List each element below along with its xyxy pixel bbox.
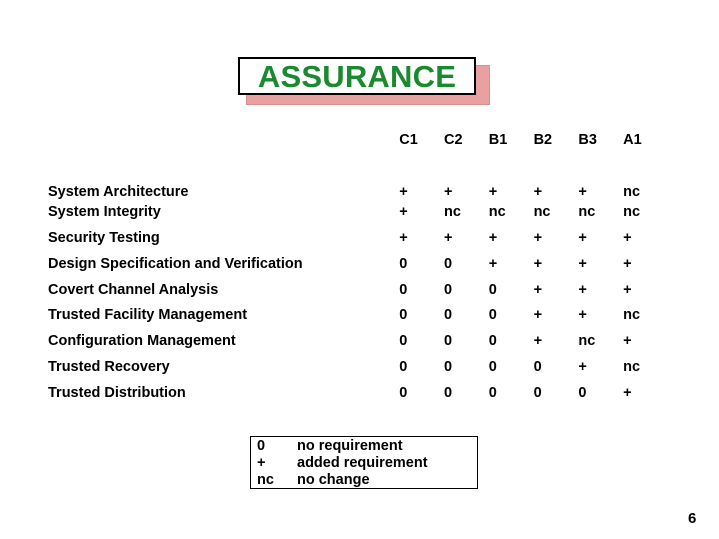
cell-value: + — [399, 184, 408, 200]
column-header-b3: B3 — [578, 132, 597, 148]
cell-value: + — [533, 255, 543, 272]
column-header-a1: A1 — [623, 132, 642, 148]
table-body: System Architecture + + + + + nc System … — [48, 163, 668, 406]
table-row: System Architecture + + + + + nc — [48, 163, 668, 200]
legend-description: added requirement — [297, 455, 428, 472]
cell-value: + — [533, 281, 543, 298]
cell-value: 0 — [399, 255, 408, 272]
legend-table: 0 no requirement + added requirement nc … — [257, 438, 428, 490]
cell-value: 0 — [399, 358, 408, 375]
cell-value: nc — [623, 184, 641, 200]
cell-value: 0 — [444, 384, 453, 401]
table-row: Design Specification and Verification 0 … — [48, 251, 668, 277]
cell-value: 0 — [533, 358, 542, 375]
cell-value: nc — [578, 333, 596, 350]
row-label: Configuration Management — [48, 333, 236, 350]
cell-value: + — [578, 358, 587, 375]
cell-value: 0 — [488, 281, 497, 298]
table-row: Configuration Management 0 0 0 + nc + — [48, 328, 668, 354]
cell-value: + — [578, 255, 587, 272]
legend-item: nc no change — [257, 472, 428, 489]
cell-value: 0 — [533, 384, 542, 401]
cell-value: 0 — [444, 255, 453, 272]
column-header-criteria — [48, 133, 399, 163]
cell-value: 0 — [444, 333, 453, 350]
page-title: ASSURANCE — [257, 58, 457, 94]
legend-item: + added requirement — [257, 455, 428, 472]
cell-value: 0 — [399, 281, 408, 298]
legend-symbol: 0 — [257, 438, 266, 454]
cell-value: + — [488, 184, 498, 200]
cell-value: + — [623, 281, 632, 298]
table-row: System Integrity + nc nc nc nc nc — [48, 200, 668, 226]
cell-value: nc — [533, 204, 551, 221]
row-label: Trusted Distribution — [48, 384, 186, 401]
row-label: Security Testing — [48, 229, 160, 246]
cell-value: nc — [623, 204, 641, 221]
cell-value: 0 — [399, 307, 408, 324]
row-label: Covert Channel Analysis — [48, 281, 219, 298]
row-label: Design Specification and Verification — [48, 255, 303, 272]
table-row: Covert Channel Analysis 0 0 0 + + + — [48, 277, 668, 303]
cell-value: 0 — [578, 384, 587, 401]
legend-symbol: + — [257, 455, 266, 472]
cell-value: 0 — [488, 307, 497, 324]
cell-value: + — [578, 307, 587, 324]
column-header-b1: B1 — [488, 132, 508, 148]
legend-description: no requirement — [297, 438, 403, 454]
cell-value: 0 — [488, 333, 497, 350]
assurance-requirements-table: C1 C2 B1 B2 B3 A1 System Architecture + … — [48, 133, 668, 406]
cell-value: + — [444, 184, 453, 200]
cell-value: + — [533, 184, 543, 200]
cell-value: + — [488, 229, 498, 246]
table-row: Trusted Recovery 0 0 0 0 + nc — [48, 354, 668, 380]
row-label: System Architecture — [48, 184, 189, 200]
cell-value: 0 — [488, 358, 497, 375]
column-header-b2: B2 — [533, 132, 553, 148]
cell-value: nc — [623, 307, 641, 324]
table-row: Trusted Facility Management 0 0 0 + + nc — [48, 303, 668, 329]
cell-value: + — [623, 229, 632, 246]
cell-value: + — [399, 229, 408, 246]
cell-value: + — [578, 184, 587, 200]
legend-box: 0 no requirement + added requirement nc … — [250, 436, 478, 489]
cell-value: + — [488, 255, 498, 272]
cell-value: + — [623, 384, 632, 401]
column-header-c2: C2 — [444, 132, 463, 148]
table-header: C1 C2 B1 B2 B3 A1 — [48, 133, 668, 163]
table-header-row: C1 C2 B1 B2 B3 A1 — [48, 133, 668, 163]
column-header-c1: C1 — [399, 132, 418, 148]
cell-value: 0 — [444, 307, 453, 324]
cell-value: 0 — [444, 358, 453, 375]
slide-title-box: ASSURANCE — [238, 57, 476, 95]
cell-value: + — [623, 255, 632, 272]
cell-value: + — [623, 333, 632, 350]
cell-value: + — [399, 204, 408, 221]
legend-symbol: nc — [257, 472, 274, 489]
table-row: Security Testing + + + + + + — [48, 225, 668, 251]
table-row: Trusted Distribution 0 0 0 0 0 + — [48, 380, 668, 406]
row-label: System Integrity — [48, 204, 161, 221]
legend-description: no change — [297, 472, 370, 489]
cell-value: + — [444, 229, 453, 246]
page-number: 6 — [688, 510, 697, 527]
legend-item: 0 no requirement — [257, 438, 428, 455]
cell-value: nc — [444, 204, 461, 221]
cell-value: + — [578, 229, 587, 246]
cell-value: 0 — [399, 384, 408, 401]
cell-value: nc — [578, 204, 596, 221]
cell-value: + — [533, 333, 543, 350]
cell-value: + — [533, 307, 543, 324]
slide-title-group: ASSURANCE — [238, 57, 490, 105]
cell-value: nc — [488, 204, 506, 221]
cell-value: 0 — [399, 333, 408, 350]
cell-value: + — [578, 281, 587, 298]
cell-value: 0 — [444, 281, 453, 298]
cell-value: + — [533, 229, 543, 246]
row-label: Trusted Recovery — [48, 358, 170, 375]
cell-value: nc — [623, 358, 641, 375]
cell-value: 0 — [488, 384, 497, 401]
row-label: Trusted Facility Management — [48, 307, 248, 324]
